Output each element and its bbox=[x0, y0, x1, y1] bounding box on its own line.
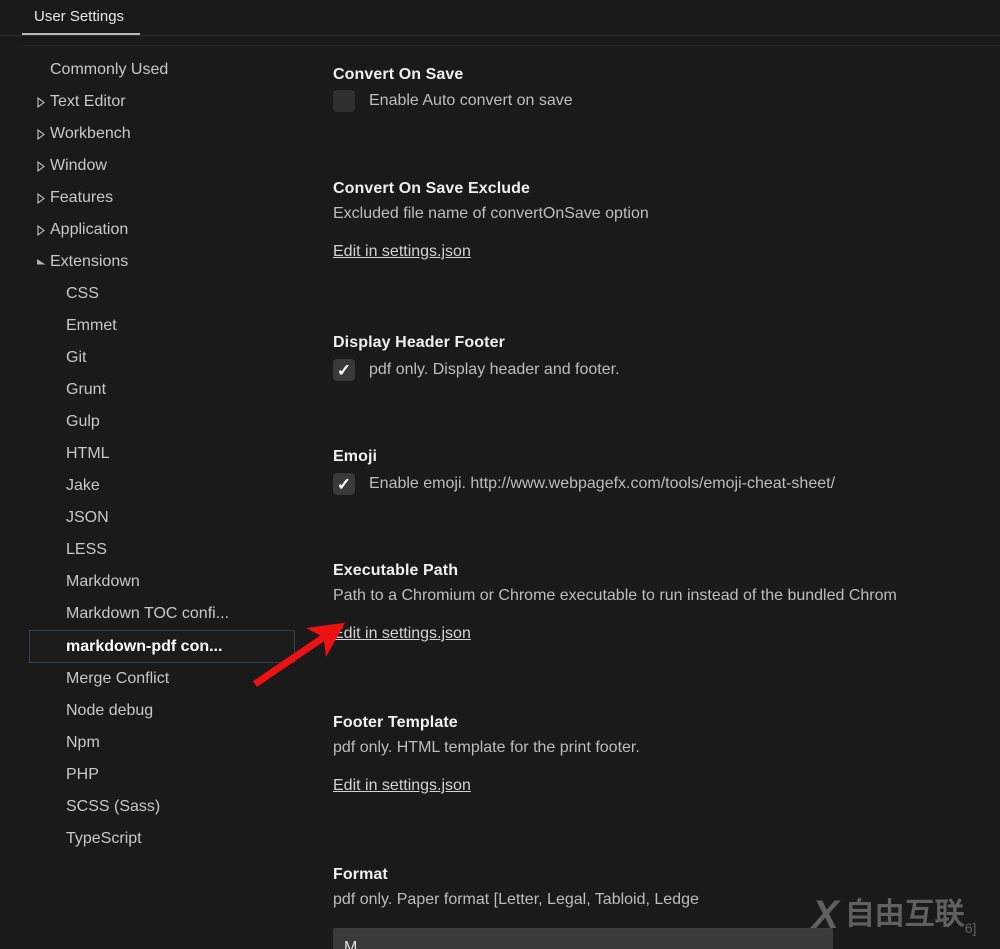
sidebar-item-extensions[interactable]: Extensions bbox=[0, 246, 325, 278]
chevron-right-icon[interactable] bbox=[34, 128, 48, 140]
tab-label: User Settings bbox=[34, 8, 125, 25]
sidebar-item-window[interactable]: Window bbox=[0, 150, 325, 182]
sidebar-item-label: Git bbox=[66, 349, 87, 366]
chevron-down-icon[interactable] bbox=[34, 257, 48, 267]
setting-display-header-footer: Display Header Footer ✓ pdf only. Display … bbox=[333, 334, 1000, 381]
setting-checkbox-label: Enable emoji. http://www.webpagefx.com/t… bbox=[369, 475, 836, 492]
sidebar-item-scss-sass[interactable]: SCSS (Sass) bbox=[0, 791, 325, 823]
tab-user-settings[interactable]: User Settings bbox=[22, 0, 141, 35]
setting-description: pdf only. Paper format [Letter, Legal, T… bbox=[333, 891, 699, 908]
check-mark-icon: ✓ bbox=[336, 474, 352, 494]
sidebar-item-label: Markdown bbox=[66, 573, 140, 590]
sidebar-item-merge-conflict[interactable]: Merge Conflict bbox=[0, 663, 325, 695]
setting-checkbox-label: pdf only. Display header and footer. bbox=[369, 361, 620, 378]
sidebar-item-label: HTML bbox=[66, 445, 110, 462]
sidebar-item-label: LESS bbox=[66, 541, 107, 558]
format-select-dropdown[interactable]: M bbox=[333, 928, 833, 949]
setting-description: Path to a Chromium or Chrome executable … bbox=[333, 587, 897, 604]
chevron-right-icon[interactable] bbox=[34, 192, 48, 204]
setting-description: pdf only. HTML template for the print fo… bbox=[333, 739, 640, 756]
edit-in-settings-json-link[interactable]: Edit in settings.json bbox=[333, 243, 471, 261]
edit-in-settings-json-link[interactable]: Edit in settings.json bbox=[333, 777, 471, 795]
format-select-value: M bbox=[344, 939, 358, 949]
sidebar-item-label: markdown-pdf con... bbox=[66, 637, 223, 655]
chevron-right-icon[interactable] bbox=[34, 160, 48, 172]
checkbox-checked-icon[interactable]: ✓ bbox=[333, 359, 355, 381]
checkbox-checked-icon[interactable]: ✓ bbox=[333, 473, 355, 495]
setting-executable-path: Executable Path Path to a Chromium or Chr… bbox=[333, 562, 1000, 643]
setting-title: Executable Path bbox=[333, 562, 459, 579]
sidebar-item-workbench[interactable]: Workbench bbox=[0, 118, 325, 150]
setting-checkbox-row[interactable]: Enable Auto convert on save bbox=[333, 90, 1000, 112]
edit-in-settings-json-link[interactable]: Edit in settings.json bbox=[333, 625, 471, 643]
sidebar-item-label: Gulp bbox=[66, 413, 100, 430]
sidebar-item-grunt[interactable]: Grunt bbox=[0, 374, 325, 406]
sidebar-item-label: TypeScript bbox=[66, 830, 142, 847]
sidebar-item-label: Features bbox=[50, 189, 114, 206]
sidebar-item-commonly-used[interactable]: Commonly Used bbox=[0, 54, 325, 86]
chevron-right-icon[interactable] bbox=[34, 224, 48, 236]
chevron-right-icon[interactable] bbox=[34, 96, 48, 108]
editor-tab-strip: User Settings bbox=[0, 0, 1000, 36]
setting-format: Format pdf only. Paper format [Letter, Le… bbox=[333, 866, 1000, 949]
sidebar-item-features[interactable]: Features bbox=[0, 182, 325, 214]
sidebar-item-label: Extensions bbox=[50, 253, 129, 270]
sidebar-item-label: Jake bbox=[66, 477, 100, 494]
setting-title: Display Header Footer bbox=[333, 334, 505, 351]
sidebar-item-label: Emmet bbox=[66, 317, 117, 334]
setting-convert-on-save: Convert On Save Enable Auto convert on sa… bbox=[333, 66, 1000, 112]
sidebar-item-label: Grunt bbox=[66, 381, 107, 398]
setting-description: Excluded file name of convertOnSave opti… bbox=[333, 205, 649, 222]
sidebar-item-css[interactable]: CSS bbox=[0, 278, 325, 310]
sidebar-item-label: Commonly Used bbox=[50, 61, 169, 78]
settings-list: Convert On Save Enable Auto convert on sa… bbox=[325, 46, 1000, 949]
sidebar-item-emmet[interactable]: Emmet bbox=[0, 310, 325, 342]
setting-title: Format bbox=[333, 866, 388, 883]
sidebar-item-html[interactable]: HTML bbox=[0, 438, 325, 470]
setting-checkbox-row[interactable]: ✓ pdf only. Display header and footer. bbox=[333, 359, 1000, 381]
sidebar-item-application[interactable]: Application bbox=[0, 214, 325, 246]
sidebar-item-text-editor[interactable]: Text Editor bbox=[0, 86, 325, 118]
sidebar-item-markdown[interactable]: Markdown bbox=[0, 566, 325, 598]
sidebar-item-markdown-pdf-con[interactable]: markdown-pdf con... bbox=[29, 630, 295, 663]
sidebar-item-label: Workbench bbox=[50, 125, 131, 142]
setting-convert-on-save-exclude: Convert On Save Exclude Excluded file nam… bbox=[333, 180, 1000, 261]
setting-footer-template: Footer Template pdf only. HTML template f… bbox=[333, 714, 1000, 795]
sidebar-item-label: Text Editor bbox=[50, 93, 126, 110]
setting-emoji: Emoji ✓ Enable emoji. http://www.webpagefx… bbox=[333, 448, 1000, 495]
user-settings-window: User Settings Commonly Used Text Editor Wo… bbox=[0, 0, 1000, 949]
sidebar-item-php[interactable]: PHP bbox=[0, 759, 325, 791]
sidebar-item-label: PHP bbox=[66, 766, 99, 783]
sidebar-item-label: Npm bbox=[66, 734, 100, 751]
sidebar-item-less[interactable]: LESS bbox=[0, 534, 325, 566]
setting-title: Convert On Save Exclude bbox=[333, 180, 531, 197]
setting-title: Convert On Save bbox=[333, 66, 464, 83]
sidebar-item-label: Application bbox=[50, 221, 129, 238]
sidebar-item-npm[interactable]: Npm bbox=[0, 727, 325, 759]
sidebar-item-label: Markdown TOC confi... bbox=[66, 605, 230, 622]
setting-checkbox-label: Enable Auto convert on save bbox=[369, 92, 573, 109]
sidebar-item-typescript[interactable]: TypeScript bbox=[0, 823, 325, 855]
sidebar-item-label: Merge Conflict bbox=[66, 670, 170, 687]
sidebar-item-jake[interactable]: Jake bbox=[0, 470, 325, 502]
sidebar-item-label: JSON bbox=[66, 509, 109, 526]
setting-title: Emoji bbox=[333, 448, 378, 465]
sidebar-item-git[interactable]: Git bbox=[0, 342, 325, 374]
sidebar-item-label: CSS bbox=[66, 285, 99, 302]
sidebar-item-gulp[interactable]: Gulp bbox=[0, 406, 325, 438]
sidebar-item-label: Node debug bbox=[66, 702, 154, 719]
sidebar-item-label: Window bbox=[50, 157, 107, 174]
settings-tree-sidebar[interactable]: Commonly Used Text Editor Workbench Window F… bbox=[0, 46, 325, 949]
checkbox-unchecked-icon[interactable] bbox=[333, 90, 355, 112]
sidebar-item-label: SCSS (Sass) bbox=[66, 798, 161, 815]
setting-title: Footer Template bbox=[333, 714, 458, 731]
sidebar-item-markdown-toc-confi[interactable]: Markdown TOC confi... bbox=[0, 598, 325, 630]
sidebar-item-node-debug[interactable]: Node debug bbox=[0, 695, 325, 727]
setting-checkbox-row[interactable]: ✓ Enable emoji. http://www.webpagefx.com/… bbox=[333, 473, 1000, 495]
check-mark-icon: ✓ bbox=[336, 360, 352, 380]
sidebar-item-json[interactable]: JSON bbox=[0, 502, 325, 534]
